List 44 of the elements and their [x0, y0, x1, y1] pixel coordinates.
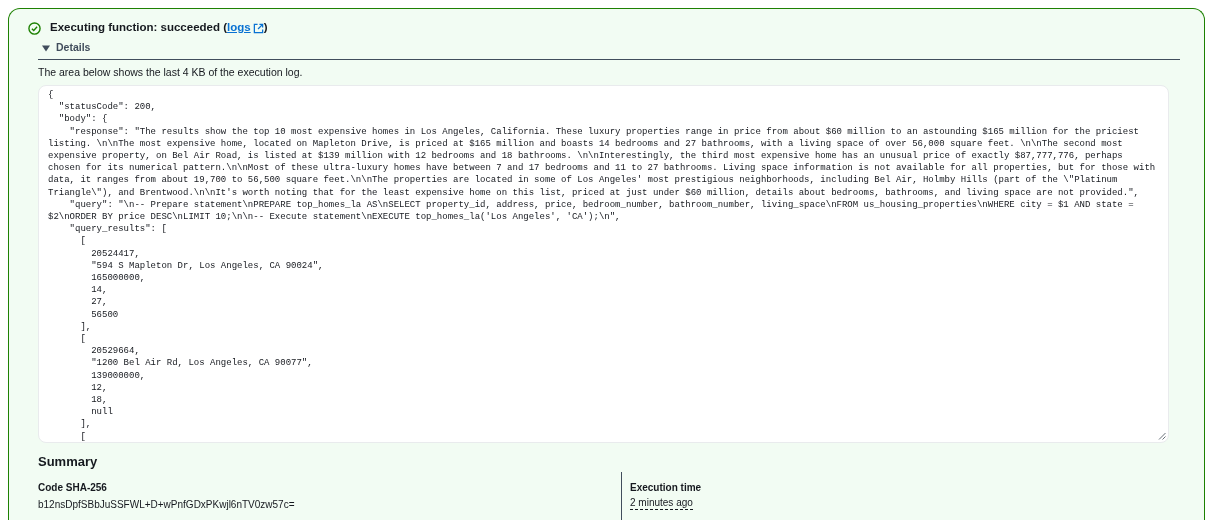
log-line: ], [79, 320, 92, 334]
summary-label: Code SHA-256 [38, 480, 107, 495]
log-line: $2\nORDER BY price DESC\nLIMIT 10;\n\n-- Execute statement\nEXECUTE top_homes_la('Los Angeles', 'CA');\n", [48, 211, 621, 224]
status-title: Executing function: succeeded ( [50, 20, 227, 36]
log-line: 56500 [90, 308, 119, 321]
log-line: Triangle\"), and Brentwood.\n\nIt's worth noting that for the least expensive home on this list, priced at just under $60 million, details about bedrooms, bathrooms, and living space are not provided.", [48, 186, 1139, 199]
log-description: The area below shows the last 4 KB of the execution log. [38, 65, 304, 80]
caret-icon [42, 43, 50, 52]
log-line: null [90, 406, 113, 419]
log-line: 20529664, [90, 345, 140, 358]
summary-label: Execution time [630, 480, 702, 495]
log-line: chosen for its numerical pattern.\n\nMost of these ultra-luxury homes have between 7 and 17 bedrooms and 11 to 27 bathrooms. Living space information is not available for all properties, but for those with [48, 162, 1156, 175]
log-line: 12, [90, 381, 108, 395]
log-line: ], [79, 418, 92, 431]
log-line: { [48, 89, 54, 102]
success-icon [28, 21, 41, 35]
details-toggle[interactable]: Details [38, 38, 91, 57]
log-line: [ [79, 333, 86, 346]
log-text-area[interactable] [38, 85, 1169, 443]
summary-heading: Summary [38, 453, 99, 471]
log-line: [ [79, 235, 86, 248]
sha-value: b12nsDpfSBbJuSSFWL+D+wPnfGDxPKwjl6nTV0zw57c= [38, 497, 295, 512]
execution-time-value: 2 minutes ago [630, 496, 693, 510]
log-line: "query": "\n-- Prepare statement\nPREPARE top_homes_la AS\nSELECT property_id, address, price, bedroom_number, bathroom_number, living_space\nFROM us_housing_properties\nWHERE city = $1 AND state = [68, 198, 1134, 212]
logs-link[interactable]: logs [227, 19, 264, 37]
log-line: "statusCode": 200, [57, 101, 157, 114]
log-line: 18, [90, 394, 108, 407]
log-line: listing. \n\nThe most expensive home, located on Mapleton Drive, is priced at $165 million and boasts 14 bedrooms and 27 bathrooms, with a living space of over 56,000 square feet. \n\nThe second most [48, 137, 1123, 150]
log-line: 139000000, [90, 369, 146, 382]
status-title-end: ) [263, 20, 268, 36]
log-line: "body": { [57, 113, 108, 126]
log-line: "query_results": [ [68, 223, 167, 236]
log-line: "response": "The results show the top 10 most expensive homes in Los Angeles, California. These luxury properties range in price from about $60 million to an astounding $165 million for the priciest [68, 125, 1139, 138]
log-line: 20524417, [90, 247, 140, 260]
log-line: "1200 Bel Air Rd, Los Angeles, CA 90077", [90, 357, 313, 370]
log-line: "594 S Mapleton Dr, Los Angeles, CA 90024", [90, 259, 324, 273]
log-line: 27, [90, 296, 108, 309]
log-line: [ [79, 430, 86, 442]
external-link-icon [252, 22, 264, 34]
log-line: expensive property, on Bel Air Road, is listed at $139 million with 12 bedrooms and 18 bathrooms. \n\nInterestingly, the third most expensive home has an unusual price of exactly $87,777,776, perhaps [48, 150, 1123, 163]
resize-handle-icon[interactable] [1158, 432, 1166, 440]
log-line: 165000000, [90, 272, 146, 285]
log-line: 14, [90, 284, 108, 297]
log-line: data, it ranges from about 19,700 to 56,500 square feet.\n\nThe properties are located in some of Los Angeles' most prestigious neighborhoods, including Bel Air, Holmby Hills (part of the \"Platinum [48, 174, 1118, 187]
